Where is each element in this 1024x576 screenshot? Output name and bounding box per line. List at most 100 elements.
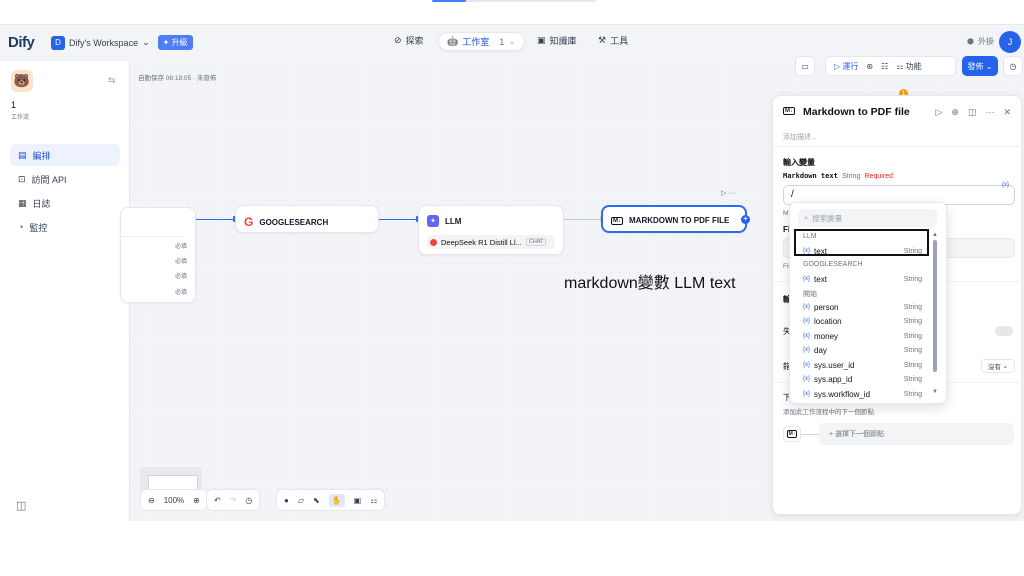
variable-option[interactable]: {x} day String: [796, 343, 930, 357]
current-node-icon: M↓: [783, 426, 801, 442]
issues-icon[interactable]: ☷: [881, 62, 888, 71]
group-header: 開始: [803, 291, 817, 298]
variable-option[interactable]: {x} sys.user_id String: [796, 358, 930, 372]
checklist-icon[interactable]: ⊛: [866, 62, 873, 71]
chevron-down-icon: ⌄: [142, 37, 150, 47]
var-name: Markdown text: [783, 172, 838, 180]
tab-indicator: [432, 0, 466, 2]
var-name: day: [814, 345, 827, 355]
features-button[interactable]: ⚏ 功能: [896, 61, 921, 72]
add-node-plus-icon[interactable]: +: [741, 215, 750, 224]
nav-tools[interactable]: ⚒ 工具: [598, 34, 628, 47]
help-icon[interactable]: ⊕: [951, 107, 959, 118]
workspace-avatar: D: [51, 35, 65, 50]
variable-option[interactable]: {x} text String: [796, 272, 930, 286]
llm-icon: ✦: [427, 215, 439, 227]
annotation-text: markdown變數 LLM text: [564, 275, 736, 292]
note-icon[interactable]: ▱: [298, 496, 304, 505]
select-next-node-button[interactable]: + 選擇下一個節點: [819, 423, 1014, 445]
variable-icon: {x}: [803, 347, 811, 353]
var-name: sys.app_id: [814, 374, 853, 384]
variable-icon: {x}: [803, 318, 811, 324]
variable-option[interactable]: {x} sys.workflow_id String: [796, 387, 930, 401]
node-title: GOOGLESEARCH: [259, 217, 329, 227]
workspace-name: Dify's Workspace: [69, 37, 139, 48]
pointer-icon[interactable]: ⬉: [313, 496, 320, 505]
nav-label: 探索: [405, 36, 424, 46]
sidebar-toggle-icon[interactable]: ⇆: [108, 75, 116, 86]
googlesearch-node[interactable]: G GOOGLESEARCH: [235, 205, 379, 233]
markdown-icon: M↓: [783, 107, 795, 115]
workspace-switcher[interactable]: D Dify's Workspace ⌄ ✦ 升級: [51, 35, 193, 50]
zoom-in-icon[interactable]: ⊕: [193, 496, 200, 505]
history-icon[interactable]: ◷: [245, 496, 252, 505]
variable-search-input[interactable]: ⌕ 搜索變量: [798, 209, 937, 227]
organize-icon[interactable]: ⚏: [370, 496, 377, 505]
nav-knowledge[interactable]: ▣ 知識庫: [537, 34, 577, 47]
sidebar-item-label: 監控: [29, 222, 48, 233]
markdown-icon: M↓: [611, 216, 623, 225]
var-required: Required: [864, 173, 893, 180]
dify-logo[interactable]: Dify: [8, 34, 35, 51]
group-header: GOOGLESEARCH: [803, 261, 863, 268]
redo-icon[interactable]: ↷: [230, 496, 237, 505]
dropdown-scrollbar[interactable]: [933, 240, 937, 372]
sidebar-item-logs[interactable]: ▦ 日誌: [10, 192, 120, 214]
zoom-out-icon[interactable]: ⊖: [148, 496, 155, 505]
version-history-button[interactable]: ◷: [1003, 56, 1023, 76]
history-toolbar: ↶ ↷ ◷: [206, 489, 261, 511]
llm-mode-badge: CHAT: [525, 238, 547, 246]
var-row: Markdown text String Required: [783, 172, 893, 180]
export-image-icon[interactable]: ▣: [354, 496, 362, 505]
tab-track: [466, 0, 596, 2]
error-handling-select[interactable]: 沒有 ⌄: [981, 359, 1015, 373]
panel-description[interactable]: 添加描述...: [783, 132, 817, 142]
deepseek-icon: [430, 238, 437, 246]
llm-node[interactable]: ✦ LLM DeepSeek R1 Distill Ll... CHAT: [418, 205, 564, 255]
user-avatar[interactable]: J: [999, 31, 1021, 53]
hand-icon[interactable]: ✋: [328, 493, 345, 507]
sidebar-item-api[interactable]: ⊡ 訪問 API: [10, 168, 120, 190]
insert-variable-icon[interactable]: {x}: [1002, 182, 1009, 188]
variable-option[interactable]: {x} person String: [796, 300, 930, 314]
nav-label: 工作室: [462, 37, 490, 47]
fail-toggle[interactable]: [995, 326, 1013, 336]
divider: [773, 146, 1023, 147]
variable-icon: {x}: [803, 304, 811, 310]
scroll-down-arrow-icon[interactable]: ▼: [932, 389, 938, 395]
variable-option[interactable]: {x} location String: [796, 314, 930, 328]
autosave-status: 自動保存 08:18:05 · 未發佈: [138, 75, 217, 82]
more-icon[interactable]: ···: [985, 107, 994, 118]
input-vars-label: 輸入變量: [783, 158, 815, 167]
plugins-button[interactable]: ⬢ 外掛: [967, 36, 994, 47]
publish-button[interactable]: 發佈 ⌄: [962, 56, 998, 76]
text-cursor: /: [791, 189, 794, 200]
run-button[interactable]: ▷ 運行: [834, 61, 858, 72]
panel-toggle-icon[interactable]: ◫: [16, 499, 26, 512]
sidebar-item-monitor[interactable]: ◔ 監控: [10, 216, 120, 238]
node-actions[interactable]: ▷ ···: [721, 189, 735, 197]
sidebar-item-label: 日誌: [32, 198, 51, 209]
nav-studio[interactable]: 🤖 工作室 1 ⌄: [438, 32, 525, 51]
upgrade-button[interactable]: ✦ 升級: [157, 35, 193, 50]
var-type: String: [903, 390, 922, 398]
add-block-icon[interactable]: ●: [284, 496, 289, 505]
zoom-level[interactable]: 100%: [164, 496, 184, 505]
env-button[interactable]: ▭: [795, 56, 815, 76]
panel-title[interactable]: Markdown to PDF file: [803, 106, 910, 118]
var-type: String: [903, 361, 922, 369]
book-icon[interactable]: ◫: [968, 107, 977, 118]
book-icon: ▣: [537, 35, 546, 45]
start-node[interactable]: 必填 必填 必填 必填: [120, 207, 196, 303]
sidebar-item-orchestrate[interactable]: ▤ 編排: [10, 144, 120, 166]
variable-option[interactable]: {x} sys.app_id String: [796, 372, 930, 386]
publish-label: 發佈: [967, 61, 984, 71]
markdown-to-pdf-node[interactable]: M↓ MARKDOWN TO PDF FILE +: [601, 205, 750, 233]
var-name: person: [814, 302, 839, 312]
variable-option[interactable]: {x} money String: [796, 329, 930, 343]
undo-icon[interactable]: ↶: [214, 496, 221, 505]
run-step-icon[interactable]: ▷: [935, 107, 942, 118]
nav-explore[interactable]: ⊘ 探索: [394, 34, 424, 47]
scroll-up-arrow-icon[interactable]: ▲: [932, 232, 938, 238]
close-icon[interactable]: ✕: [1003, 107, 1011, 118]
